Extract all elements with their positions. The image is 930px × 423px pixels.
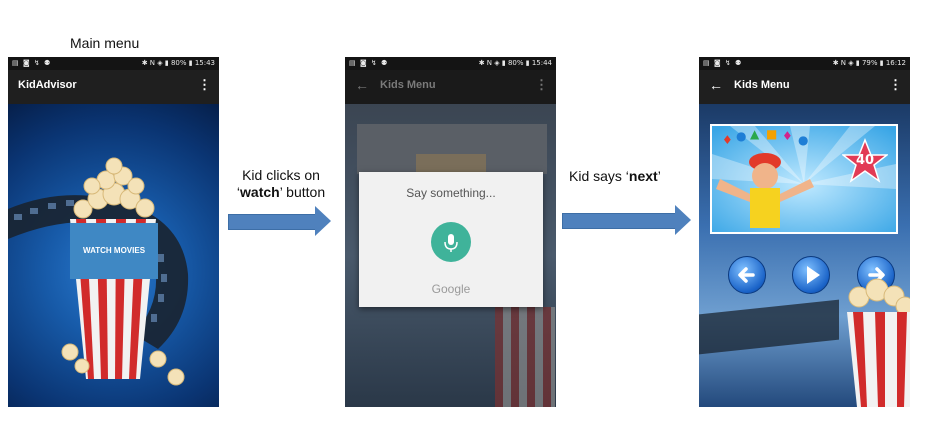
popcorn-icon: [847, 278, 910, 407]
caption-kid-says-suffix: ’: [657, 168, 661, 184]
app-title: Kids Menu: [380, 79, 436, 91]
flow-arrow-2: [562, 205, 691, 235]
caption-button-word: ’ button: [279, 184, 326, 200]
phone-screen-voice-dialog: ▤ ◙ ↯ ⚉ ✱ N ◈ ▮ 80% ▮ 15:44 ← Kids Menu …: [345, 57, 556, 407]
caption-kid-says-prefix: Kid says ‘: [569, 168, 629, 184]
flow-arrow-1: [228, 206, 331, 236]
star-badge: 40: [840, 137, 890, 184]
back-arrow-icon[interactable]: ←: [355, 77, 369, 93]
phone-screen-main-menu: ▤ ◙ ↯ ⚉ ✱ N ◈ ▮ 80% ▮ 15:43 KidAdvisor ⋮: [8, 57, 219, 407]
microphone-icon: [444, 234, 458, 252]
caption-kid-clicks-line1: Kid clicks on: [242, 167, 320, 183]
svg-text:♦: ♦: [722, 133, 733, 147]
play-button[interactable]: [792, 256, 830, 294]
app-bar: ← Kids Menu ⋮: [345, 70, 556, 104]
star-badge-number: 40: [855, 153, 875, 168]
status-notification-icons: ▤ ◙ ↯ ⚉: [703, 59, 743, 67]
status-notification-icons: ▤ ◙ ↯ ⚉: [349, 59, 389, 67]
left-arrow-icon: [738, 267, 755, 283]
caption-kid-clicks-line2: ‘watch’ button: [236, 184, 326, 201]
previous-button[interactable]: [728, 256, 766, 294]
overflow-menu-icon[interactable]: ⋮: [535, 77, 548, 93]
svg-text:●: ●: [798, 133, 808, 147]
caption-kid-clicks: Kid clicks on ‘watch’ button: [236, 167, 326, 201]
caption-watch-word: watch: [240, 184, 280, 200]
dimmed-popcorn-bucket: [495, 307, 555, 407]
watch-movies-button[interactable]: WATCH MOVIES: [70, 223, 158, 279]
svg-text:♦: ♦: [782, 129, 793, 143]
google-brand-text: Google: [431, 282, 471, 296]
app-bar: KidAdvisor ⋮: [8, 70, 219, 104]
app-title: Kids Menu: [734, 79, 790, 91]
svg-text:●: ●: [736, 129, 746, 143]
status-right-info: ✱ N ◈ ▮ 80% ▮ 15:43: [141, 59, 215, 67]
status-right-info: ✱ N ◈ ▮ 79% ▮ 16:12: [832, 59, 906, 67]
status-bar: ▤ ◙ ↯ ⚉ ✱ N ◈ ▮ 80% ▮ 15:43: [8, 57, 219, 70]
caption-main-menu: Main menu: [70, 35, 140, 51]
back-arrow-icon[interactable]: ←: [709, 77, 723, 93]
phone-screen-kids-menu: ▤ ◙ ↯ ⚉ ✱ N ◈ ▮ 79% ▮ 16:12 ← Kids Menu …: [699, 57, 910, 407]
status-notification-icons: ▤ ◙ ↯ ⚉: [12, 59, 52, 67]
status-bar: ▤ ◙ ↯ ⚉ ✱ N ◈ ▮ 80% ▮ 15:44: [345, 57, 556, 70]
caption-next-word: next: [628, 168, 658, 184]
overflow-menu-icon[interactable]: ⋮: [198, 77, 211, 93]
play-icon: [807, 266, 820, 284]
svg-text:▲: ▲: [750, 127, 760, 141]
svg-text:■: ■: [766, 127, 777, 141]
app-bar: ← Kids Menu ⋮: [699, 70, 910, 104]
app-title: KidAdvisor: [18, 79, 77, 91]
video-thumbnail[interactable]: ♦ ● ▲ ■ ♦ ● 40: [710, 124, 898, 234]
voice-input-dialog: Say something... Google: [359, 172, 543, 307]
caption-kid-says: Kid says ‘next’: [569, 168, 661, 184]
popcorn-bucket-decoration: [839, 262, 910, 407]
overflow-menu-icon[interactable]: ⋮: [889, 77, 902, 93]
status-right-info: ✱ N ◈ ▮ 80% ▮ 15:44: [478, 59, 552, 67]
watch-movies-label: WATCH MOVIES: [82, 246, 146, 255]
microphone-button[interactable]: [431, 222, 471, 262]
status-bar: ▤ ◙ ↯ ⚉ ✱ N ◈ ▮ 79% ▮ 16:12: [699, 57, 910, 70]
voice-prompt-text: Say something...: [406, 186, 496, 200]
